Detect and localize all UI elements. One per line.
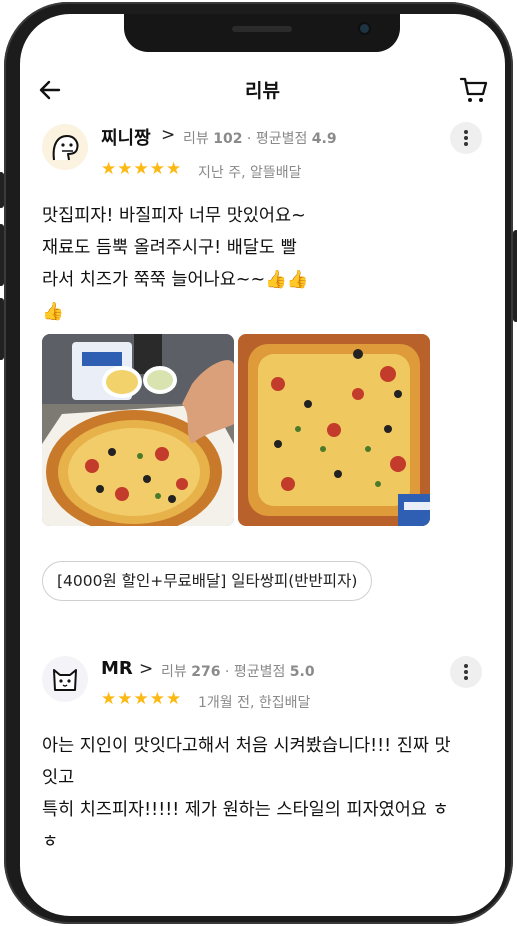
review-count-label: 리뷰	[161, 664, 187, 680]
ordered-menu-chip[interactable]: [4000원 할인+무료배달] 일타쌍피(반반피자)	[42, 561, 373, 601]
screen: 리뷰 찌니짱 > 리뷰 102 · 평균별점 4.9 ★★★★★ 지난 주, 알…	[20, 14, 505, 916]
review-text-line: 라서 치즈가 쭉쭉 늘어나요~~👍👍	[42, 270, 309, 290]
volume-button	[0, 224, 4, 286]
more-vertical-icon	[464, 130, 468, 134]
star-rating: ★★★★★	[101, 689, 183, 709]
volume-button	[0, 298, 4, 360]
review-text-line: 잇고	[42, 768, 75, 788]
chevron-right-icon: >	[139, 659, 154, 679]
header-bar: 리뷰	[20, 68, 505, 112]
avg-rating: 5.0	[289, 664, 315, 680]
reviewer-stats: 리뷰 276 · 평균별점 5.0	[161, 661, 315, 681]
more-vertical-icon	[464, 676, 468, 680]
reviewer-nickname[interactable]: MR	[101, 658, 133, 679]
front-camera	[360, 24, 369, 33]
review-text-line: 특히 치즈피자!!!!! 제가 원하는 스타일의 피자였어요 ㅎ	[42, 800, 449, 820]
page-title: 리뷰	[245, 80, 280, 102]
more-options-button[interactable]	[450, 656, 482, 688]
more-vertical-icon	[464, 142, 468, 146]
more-vertical-icon	[464, 136, 468, 140]
avatar[interactable]	[42, 656, 88, 702]
avatar-cat-icon	[53, 669, 77, 691]
review-text: 아는 지인이 맛잇다고해서 처음 시켜봤습니다!!! 진짜 맛 잇고 특히 치즈…	[42, 730, 451, 858]
cart-icon	[459, 77, 488, 102]
review-date-delivery: 1개월 전, 한집배달	[198, 695, 311, 711]
pizza-photo	[42, 334, 234, 526]
review-text: 맛집피자! 바질피자 너무 맛있어요~ 재료도 듬뿍 올려주시구! 배달도 빨 …	[42, 200, 309, 328]
volume-button	[0, 172, 4, 208]
notch	[124, 14, 400, 52]
phone-frame: 리뷰 찌니짱 > 리뷰 102 · 평균별점 4.9 ★★★★★ 지난 주, 알…	[0, 2, 517, 924]
avg-rating-label: 평균별점	[233, 664, 286, 680]
reviewer-stats: 리뷰 102 · 평균별점 4.9	[183, 128, 337, 148]
review-text-line: 맛집피자! 바질피자 너무 맛있어요~	[42, 206, 306, 226]
review-photo[interactable]	[42, 334, 234, 526]
review-date-delivery: 지난 주, 알뜰배달	[198, 165, 302, 181]
dot-separator: ·	[224, 664, 234, 680]
review-count-label: 리뷰	[183, 131, 209, 147]
review-count: 102	[213, 131, 243, 147]
power-button	[513, 230, 517, 322]
more-vertical-icon	[464, 664, 468, 668]
scroll-fade	[42, 862, 462, 878]
reviewer-nickname[interactable]: 찌니짱	[101, 124, 151, 150]
review-text-line: 👍	[42, 302, 64, 322]
pizza-photo	[238, 334, 430, 526]
review-text-line: ㅎ	[42, 832, 59, 852]
star-rating: ★★★★★	[101, 159, 183, 179]
review-photo[interactable]	[238, 334, 430, 526]
review-text-line: 재료도 듬뿍 올려주시구! 배달도 빨	[42, 238, 297, 258]
speaker	[232, 26, 292, 32]
chevron-right-icon: >	[161, 125, 176, 145]
avatar-character-icon	[52, 135, 79, 161]
more-options-button[interactable]	[450, 122, 482, 154]
review-count: 276	[191, 664, 221, 680]
avatar[interactable]	[42, 124, 88, 170]
dot-separator: ·	[246, 131, 256, 147]
review-text-line: 아는 지인이 맛잇다고해서 처음 시켜봤습니다!!! 진짜 맛	[42, 736, 451, 756]
cart-button[interactable]	[459, 75, 489, 105]
avg-rating-label: 평균별점	[255, 131, 308, 147]
more-vertical-icon	[464, 670, 468, 674]
avg-rating: 4.9	[311, 131, 337, 147]
